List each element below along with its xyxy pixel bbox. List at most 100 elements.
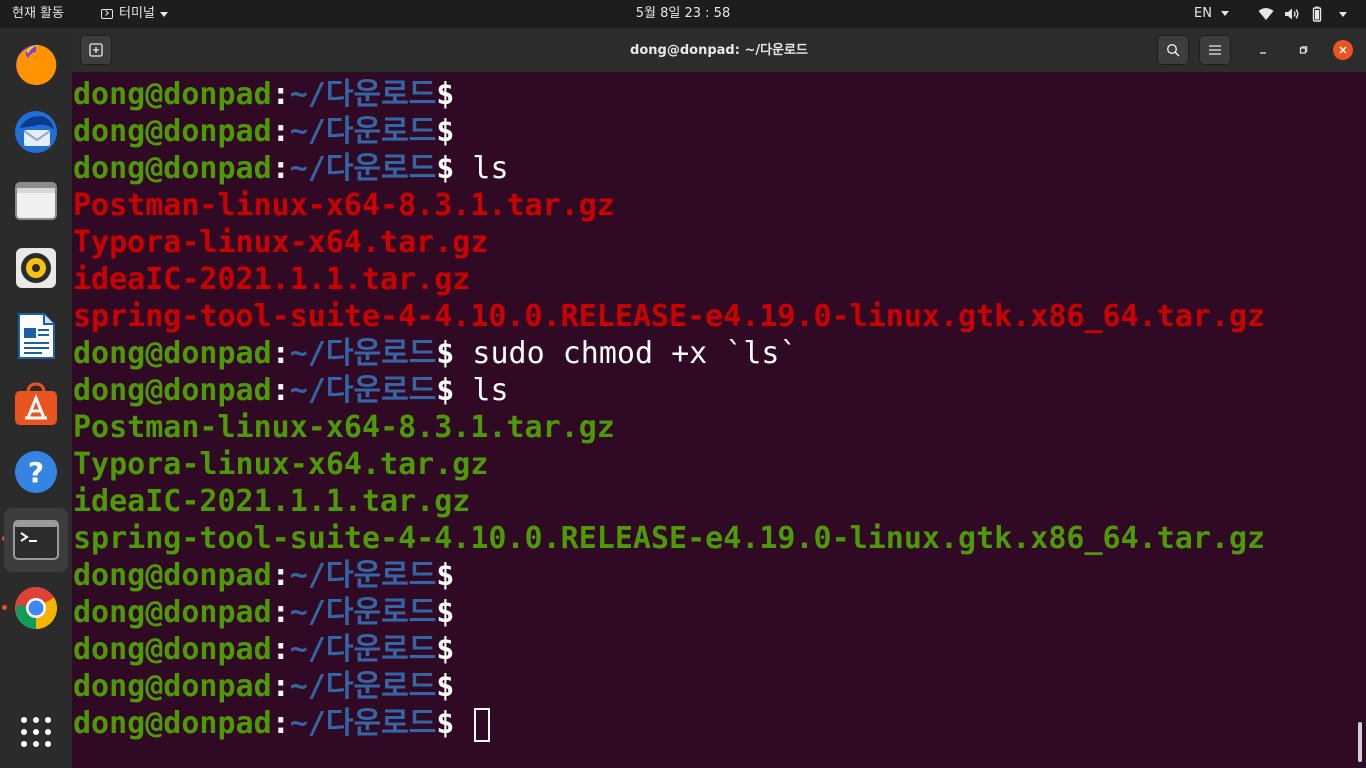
prompt-colon: : xyxy=(271,669,290,704)
file-name: ideaIC-2021.1.1.tar.gz xyxy=(73,484,471,519)
prompt-dollar: $ xyxy=(436,77,455,112)
prompt-dollar: $ xyxy=(436,558,455,593)
app-menu-label: 터미널 xyxy=(119,6,155,21)
clock[interactable]: 5월 8일 23 : 58 xyxy=(636,6,730,21)
prompt-user: dong@donpad xyxy=(73,151,272,186)
search-button[interactable] xyxy=(1157,35,1189,65)
document-icon xyxy=(18,313,55,359)
command-text: sudo chmod +x `ls` xyxy=(454,336,798,371)
prompt-path: ~/다운로드 xyxy=(289,669,437,704)
dock-help[interactable]: ? xyxy=(4,440,68,504)
terminal-icon xyxy=(101,9,113,19)
terminal-icon xyxy=(13,520,59,560)
thunderbird-icon xyxy=(15,111,57,153)
shopping-bag-icon xyxy=(15,382,57,425)
terminal-titlebar[interactable]: dong@donpad: ~/다운로드 xyxy=(72,28,1366,73)
dock-firefox[interactable] xyxy=(4,32,68,96)
prompt-line: dong@donpad:~/다운로드$ xyxy=(73,631,1265,668)
output-line: spring-tool-suite-4-4.10.0.RELEASE-e4.19… xyxy=(73,520,1265,557)
prompt-line: dong@donpad:~/다운로드$ xyxy=(73,557,1265,594)
speaker-icon xyxy=(16,248,56,288)
prompt-user: dong@donpad xyxy=(73,373,272,408)
prompt-colon: : xyxy=(271,632,290,667)
maximize-button[interactable] xyxy=(1293,40,1313,60)
dock-thunderbird[interactable] xyxy=(4,100,68,164)
prompt-path: ~/다운로드 xyxy=(289,595,437,630)
prompt-colon: : xyxy=(271,706,290,741)
terminal-content[interactable]: dong@donpad:~/다운로드$ dong@donpad:~/다운로드$ do… xyxy=(72,73,1366,768)
prompt-colon: : xyxy=(271,151,290,186)
dock-rhythmbox[interactable] xyxy=(4,236,68,300)
clock-container: 5월 8일 23 : 58 xyxy=(0,0,1366,28)
prompt-path: ~/다운로드 xyxy=(289,336,437,371)
prompt-path: ~/다운로드 xyxy=(289,632,437,667)
folder-icon xyxy=(15,182,57,220)
help-icon: ? xyxy=(15,451,57,493)
prompt-path: ~/다운로드 xyxy=(289,373,437,408)
prompt-user: dong@donpad xyxy=(73,558,272,593)
prompt-dollar: $ xyxy=(436,114,455,149)
scrollbar[interactable] xyxy=(1358,722,1362,762)
output-line: Postman-linux-x64-8.3.1.tar.gz xyxy=(73,409,1265,446)
prompt-line: dong@donpad:~/다운로드$ xyxy=(73,113,1265,150)
close-icon xyxy=(1339,46,1347,54)
search-icon xyxy=(1166,43,1180,57)
minimize-button[interactable] xyxy=(1253,40,1273,60)
output-line: Typora-linux-x64.tar.gz xyxy=(73,446,1265,483)
prompt-colon: : xyxy=(271,595,290,630)
dock-show-applications[interactable] xyxy=(4,700,68,764)
command-text xyxy=(454,706,472,741)
chrome-icon xyxy=(14,587,58,629)
prompt-dollar: $ xyxy=(436,706,455,741)
output-line: Typora-linux-x64.tar.gz xyxy=(73,224,1265,261)
prompt-line: dong@donpad:~/다운로드$ xyxy=(73,594,1265,631)
activities-button[interactable]: 현재 활동 xyxy=(12,0,64,28)
language-label: EN xyxy=(1194,6,1212,21)
app-menu[interactable]: 터미널 xyxy=(101,0,168,28)
dock-terminal[interactable] xyxy=(4,508,68,572)
prompt-user: dong@donpad xyxy=(73,595,272,630)
prompt-path: ~/다운로드 xyxy=(289,706,437,741)
prompt-line: dong@donpad:~/다운로드$ ls xyxy=(73,372,1265,409)
dock-chrome[interactable] xyxy=(4,576,68,640)
prompt-line: dong@donpad:~/다운로드$ ls xyxy=(73,150,1265,187)
prompt-user: dong@donpad xyxy=(73,114,272,149)
output-line: spring-tool-suite-4-4.10.0.RELEASE-e4.19… xyxy=(73,298,1265,335)
file-name: spring-tool-suite-4-4.10.0.RELEASE-e4.19… xyxy=(73,521,1266,556)
prompt-dollar: $ xyxy=(436,632,455,667)
prompt-colon: : xyxy=(271,373,290,408)
chevron-down-icon xyxy=(1339,11,1347,17)
menu-button[interactable] xyxy=(1199,35,1231,65)
prompt-line: dong@donpad:~/다운로드$ sudo chmod +x `ls` xyxy=(73,335,1265,372)
close-button[interactable] xyxy=(1333,40,1353,60)
system-tray[interactable] xyxy=(1258,0,1347,28)
top-bar: 현재 활동 터미널 5월 8일 23 : 58 EN xyxy=(0,0,1366,28)
minimize-icon xyxy=(1260,52,1266,54)
prompt-user: dong@donpad xyxy=(73,336,272,371)
dock-writer[interactable] xyxy=(4,304,68,368)
output-line: Postman-linux-x64-8.3.1.tar.gz xyxy=(73,187,1265,224)
prompt-colon: : xyxy=(271,114,290,149)
text-cursor[interactable] xyxy=(474,707,491,742)
file-name: Postman-linux-x64-8.3.1.tar.gz xyxy=(73,188,615,223)
chevron-down-icon xyxy=(159,11,168,17)
dock: ? xyxy=(0,28,72,768)
dock-ubuntu-software[interactable] xyxy=(4,372,68,436)
language-selector[interactable]: EN xyxy=(1194,0,1230,28)
grid-icon xyxy=(21,717,51,747)
prompt-colon: : xyxy=(271,77,290,112)
prompt-path: ~/다운로드 xyxy=(289,151,437,186)
dock-files[interactable] xyxy=(4,168,68,232)
file-name: Postman-linux-x64-8.3.1.tar.gz xyxy=(73,410,615,445)
prompt-line: dong@donpad:~/다운로드$ xyxy=(73,668,1265,705)
firefox-icon xyxy=(16,44,57,85)
command-text: ls xyxy=(454,151,509,186)
prompt-dollar: $ xyxy=(436,336,455,371)
terminal-lines: dong@donpad:~/다운로드$ dong@donpad:~/다운로드$ do… xyxy=(73,76,1265,742)
prompt-dollar: $ xyxy=(436,151,455,186)
prompt-path: ~/다운로드 xyxy=(289,77,437,112)
prompt-path: ~/다운로드 xyxy=(289,558,437,593)
hamburger-menu-icon xyxy=(1209,45,1221,55)
prompt-dollar: $ xyxy=(436,373,455,408)
prompt-user: dong@donpad xyxy=(73,669,272,704)
